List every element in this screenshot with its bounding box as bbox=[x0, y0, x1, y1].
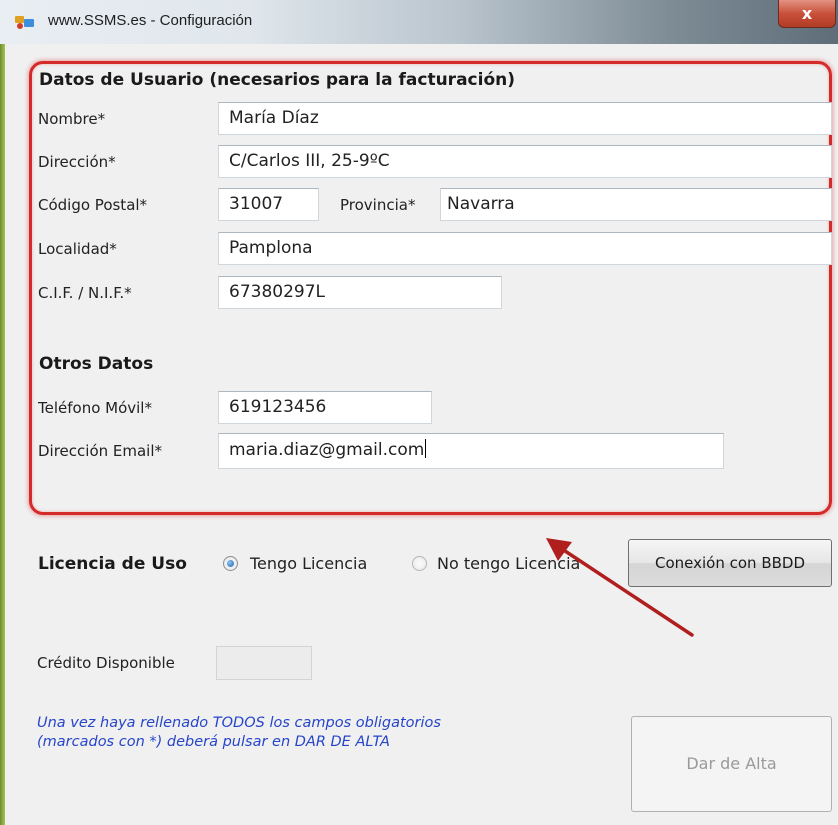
close-icon: x bbox=[801, 4, 813, 23]
no-tengo-licencia-radio[interactable] bbox=[412, 556, 427, 571]
instructions-line-2: (marcados con *) deberá pulsar en DAR DE… bbox=[37, 734, 390, 750]
annotation-arrow bbox=[546, 538, 694, 637]
codigo-postal-input[interactable]: 31007 bbox=[218, 188, 319, 221]
close-button[interactable]: x bbox=[778, 0, 836, 28]
app-icon bbox=[15, 16, 34, 29]
cif-nif-label: C.I.F. / N.I.F.* bbox=[38, 284, 132, 302]
user-data-heading: Datos de Usuario (necesarios para la fac… bbox=[39, 70, 515, 90]
provincia-label: Provincia* bbox=[340, 196, 416, 214]
license-label: Licencia de Uso bbox=[38, 554, 187, 574]
other-data-heading: Otros Datos bbox=[39, 354, 154, 374]
localidad-label: Localidad* bbox=[38, 240, 117, 258]
nombre-label: Nombre* bbox=[38, 110, 106, 128]
tengo-licencia-radio[interactable] bbox=[223, 556, 238, 571]
register-button[interactable]: Dar de Alta bbox=[631, 716, 832, 812]
text-caret bbox=[425, 439, 427, 458]
cif-nif-input[interactable]: 67380297L bbox=[218, 276, 502, 309]
instructions-text: Una vez haya rellenado TODOS los campos … bbox=[37, 714, 597, 752]
direccion-label: Dirección* bbox=[38, 153, 116, 171]
localidad-input[interactable]: Pamplona bbox=[218, 232, 832, 265]
title-bar[interactable]: www.SSMS.es - Configuración x bbox=[0, 0, 838, 44]
radio-selected-dot bbox=[227, 560, 234, 567]
credit-label: Crédito Disponible bbox=[37, 654, 175, 672]
tengo-licencia-label[interactable]: Tengo Licencia bbox=[250, 554, 367, 573]
configuration-window: www.SSMS.es - Configuración x Datos de U… bbox=[0, 0, 838, 825]
provincia-input[interactable]: Navarra bbox=[440, 188, 832, 221]
credit-value-field bbox=[216, 646, 312, 680]
telefono-movil-label: Teléfono Móvil* bbox=[38, 399, 152, 417]
email-label: Dirección Email* bbox=[38, 442, 163, 460]
nombre-input[interactable]: María Díaz bbox=[218, 102, 832, 135]
email-input[interactable]: maria.diaz@gmail.com bbox=[218, 433, 724, 469]
instructions-line-1: Una vez haya rellenado TODOS los campos … bbox=[37, 715, 441, 731]
window-frame-edge bbox=[0, 44, 5, 825]
telefono-movil-input[interactable]: 619123456 bbox=[218, 391, 432, 424]
window-title: www.SSMS.es - Configuración bbox=[48, 12, 253, 29]
codigo-postal-label: Código Postal* bbox=[38, 196, 148, 214]
direccion-input[interactable]: C/Carlos III, 25-9ºC bbox=[218, 145, 832, 178]
email-value: maria.diaz@gmail.com bbox=[229, 440, 425, 460]
